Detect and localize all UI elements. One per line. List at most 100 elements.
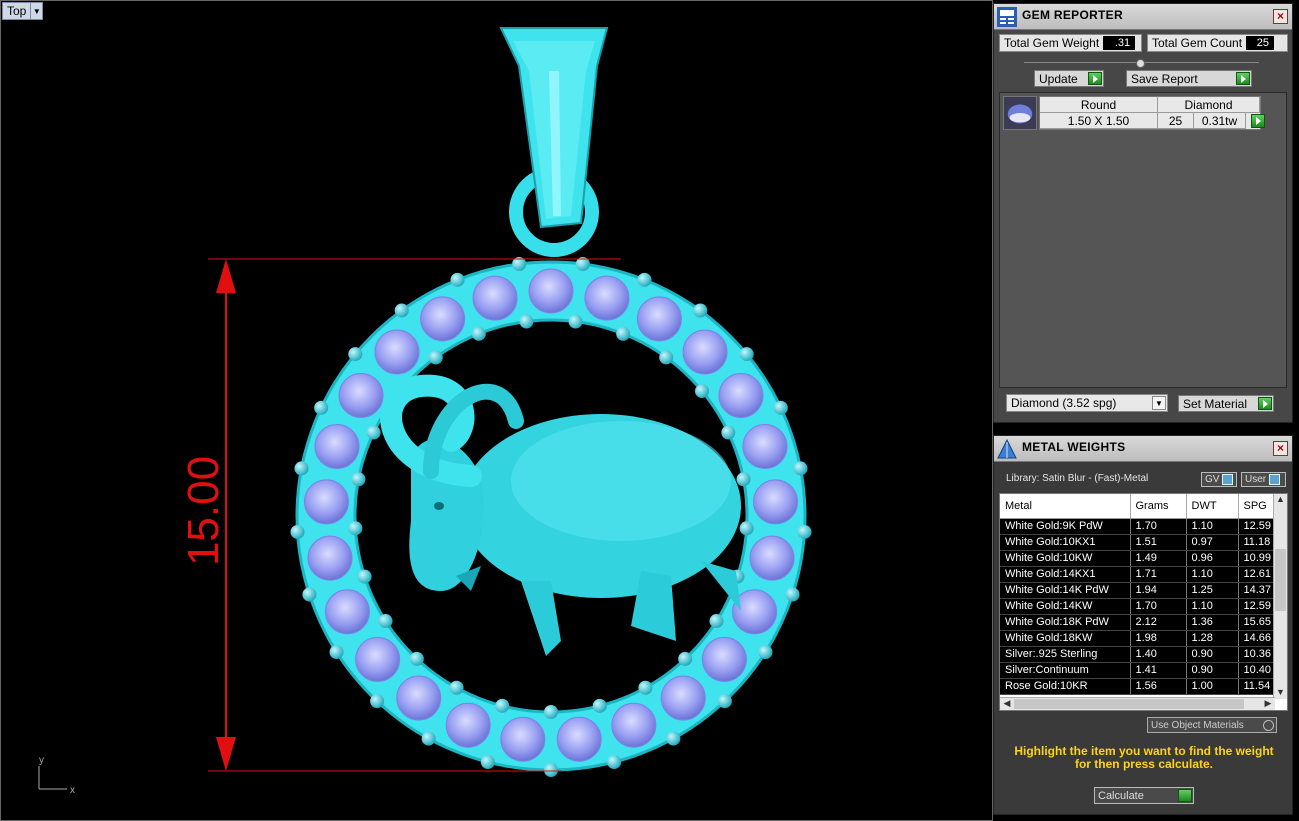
radio-icon (1263, 719, 1274, 731)
metal-weights-panel: METAL WEIGHTS × Library: Satin Blur - (F… (993, 435, 1293, 815)
metal-weights-titlebar[interactable]: METAL WEIGHTS × (994, 436, 1292, 462)
material-select[interactable]: Diamond (3.52 spg) ▼ (1006, 394, 1168, 412)
chevron-down-icon[interactable]: ▼ (1152, 396, 1166, 410)
close-icon[interactable]: × (1273, 441, 1288, 456)
scroll-left-icon[interactable]: ◀ (1001, 698, 1013, 710)
bead (607, 755, 622, 770)
table-cell: 10.36 (1238, 646, 1279, 663)
bead (739, 347, 754, 362)
play-arrow-icon (1178, 789, 1192, 802)
scroll-right-icon[interactable]: ▶ (1262, 698, 1274, 710)
gem-list-item[interactable]: Round Diamond 1.50 X 1.50 25 0.31tw (1003, 96, 1265, 130)
table-row[interactable]: White Gold:18K PdW 2.12 1.36 15.65 (1000, 614, 1279, 631)
table-cell: White Gold:14KW (1000, 598, 1131, 615)
table-cell: White Gold:10KX1 (1000, 534, 1131, 551)
use-object-materials-label: Use Object Materials (1151, 719, 1244, 731)
gem-shape: Round (1040, 97, 1158, 113)
table-row[interactable]: White Gold:18KW 1.98 1.28 14.66 (1000, 630, 1279, 647)
bead (450, 272, 465, 287)
viewport-menu-arrow-icon[interactable]: ▼ (30, 3, 42, 19)
diamond-stone (355, 636, 401, 682)
total-gem-count-value: 25 (1246, 36, 1275, 50)
table-header: Metal Grams DWT SPG (1000, 494, 1279, 519)
table-row[interactable]: White Gold:10KX1 1.51 0.97 11.18 (1000, 534, 1279, 551)
scroll-up-icon[interactable]: ▲ (1274, 494, 1287, 506)
close-icon[interactable]: × (1273, 9, 1288, 24)
calculate-button[interactable]: Calculate (1094, 787, 1194, 804)
table-row[interactable]: White Gold:9K PdW 1.70 1.10 12.59 (1000, 518, 1279, 535)
table-row[interactable]: Silver:Continuum 1.41 0.90 10.40 (1000, 662, 1279, 679)
column-header[interactable]: DWT (1186, 494, 1239, 519)
bead (294, 461, 309, 476)
bead (290, 524, 305, 539)
gem-list[interactable]: Round Diamond 1.50 X 1.50 25 0.31tw (999, 92, 1287, 388)
table-cell: 0.90 (1186, 646, 1239, 663)
table-cell: 15.65 (1238, 614, 1279, 631)
column-header[interactable]: SPG (1238, 494, 1279, 519)
play-arrow-icon (1088, 72, 1102, 85)
table-cell: 1.36 (1186, 614, 1239, 631)
gem-detail-arrow-icon[interactable] (1251, 114, 1265, 128)
table-cell: 12.59 (1238, 598, 1279, 615)
gv-toggle[interactable]: GV (1201, 472, 1237, 487)
splitter-handle[interactable] (1024, 59, 1259, 68)
vertical-scrollbar[interactable]: ▲ ▼ (1273, 494, 1287, 699)
calculate-label: Calculate (1098, 789, 1144, 802)
bead (678, 651, 693, 666)
diamond-stone (718, 372, 764, 418)
bead (638, 680, 653, 695)
use-object-materials-toggle[interactable]: Use Object Materials (1147, 717, 1277, 733)
table-row[interactable]: White Gold:14K PdW 1.94 1.25 14.37 (1000, 582, 1279, 599)
table-cell: 1.98 (1130, 630, 1187, 647)
set-material-button[interactable]: Set Material (1178, 395, 1274, 412)
play-arrow-icon (1258, 397, 1272, 410)
diamond-stone (500, 716, 546, 762)
save-report-label: Save Report (1131, 71, 1198, 86)
bead (736, 472, 751, 487)
save-report-button[interactable]: Save Report (1126, 70, 1252, 87)
table-row[interactable]: White Gold:10KW 1.49 0.96 10.99 (1000, 550, 1279, 567)
column-header[interactable]: Grams (1130, 494, 1187, 519)
bead (793, 461, 808, 476)
bead (739, 521, 754, 536)
bead (544, 763, 558, 777)
bead (717, 694, 732, 709)
user-toggle[interactable]: User (1241, 472, 1286, 487)
table-cell: 2.12 (1130, 614, 1187, 631)
viewport-name[interactable]: Top (3, 4, 30, 18)
user-label: User (1245, 474, 1267, 485)
table-cell: White Gold:18K PdW (1000, 614, 1131, 631)
table-cell: 0.90 (1186, 662, 1239, 679)
material-select-value: Diamond (3.52 spg) (1011, 396, 1117, 410)
scroll-thumb[interactable] (1275, 549, 1286, 611)
bead (659, 350, 674, 365)
table-cell: 12.59 (1238, 518, 1279, 535)
table-cell: 1.25 (1186, 582, 1239, 599)
total-gem-count-field: Total Gem Count 25 (1147, 34, 1288, 52)
gem-reporter-titlebar[interactable]: GEM REPORTER × (994, 4, 1292, 30)
table-row[interactable]: Rose Gold:10KR 1.56 1.00 11.54 (1000, 678, 1279, 695)
table-row[interactable]: White Gold:14KX1 1.71 1.10 12.61 (1000, 566, 1279, 583)
axis-y-label: y (39, 755, 44, 766)
diamond-stone (396, 675, 442, 721)
viewport-label[interactable]: Top ▼ (2, 2, 44, 20)
metal-weights-table[interactable]: Metal Grams DWT SPG White Gold:9K PdW 1.7… (999, 493, 1288, 711)
column-header[interactable]: Metal (1000, 494, 1131, 519)
diamond-stone (528, 268, 574, 314)
table-cell: 11.54 (1238, 678, 1279, 695)
table-cell: 1.56 (1130, 678, 1187, 695)
update-button[interactable]: Update (1034, 70, 1104, 87)
scroll-thumb[interactable] (1014, 699, 1244, 709)
table-row[interactable]: Silver:.925 Sterling 1.40 0.90 10.36 (1000, 646, 1279, 663)
diamond-stone (753, 479, 799, 525)
table-cell: 1.71 (1130, 566, 1187, 583)
horizontal-scrollbar[interactable]: ◀ ▶ (1000, 697, 1275, 710)
scroll-down-icon[interactable]: ▼ (1274, 687, 1287, 699)
table-row[interactable]: White Gold:14KW 1.70 1.10 12.59 (1000, 598, 1279, 615)
diamond-stone (420, 296, 466, 342)
play-arrow-icon (1236, 72, 1250, 85)
bead (666, 731, 681, 746)
gem-details-grid: Round Diamond 1.50 X 1.50 25 0.31tw (1039, 96, 1261, 130)
3d-viewport[interactable]: 15.00 y x Top ▼ (0, 0, 993, 821)
bead (480, 755, 495, 770)
